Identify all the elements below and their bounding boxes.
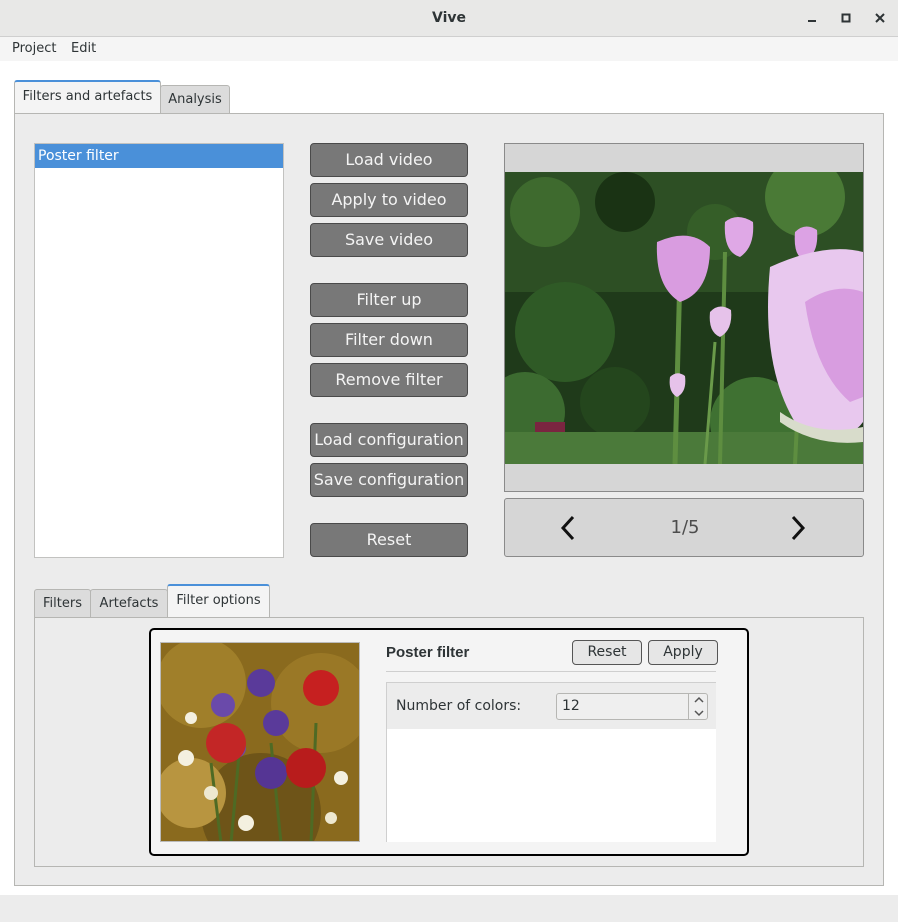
spinbox-arrows[interactable] [688, 693, 708, 720]
status-bar [0, 895, 898, 922]
chevron-down-icon[interactable] [693, 710, 704, 717]
video-frame-image [505, 172, 863, 464]
chevron-right-icon [791, 515, 806, 541]
load-configuration-button[interactable]: Load configuration [310, 423, 468, 457]
filter-up-button[interactable]: Filter up [310, 283, 468, 317]
list-item-poster-filter[interactable]: Poster filter [35, 144, 283, 168]
chevron-up-icon[interactable] [693, 696, 704, 703]
options-reset-button[interactable]: Reset [572, 640, 642, 665]
tab-filter-options[interactable]: Filter options [167, 584, 270, 617]
filter-options-title: Poster filter [386, 644, 470, 661]
frame-counter: 1/5 [670, 517, 700, 538]
filter-down-button[interactable]: Filter down [310, 323, 468, 357]
save-configuration-button[interactable]: Save configuration [310, 463, 468, 497]
save-video-button[interactable]: Save video [310, 223, 468, 257]
filter-list[interactable] [34, 143, 284, 558]
reset-button[interactable]: Reset [310, 523, 468, 557]
tab-filters[interactable]: Filters [34, 589, 91, 617]
remove-filter-button[interactable]: Remove filter [310, 363, 468, 397]
filter-thumbnail [160, 642, 360, 842]
previous-frame-button[interactable] [556, 512, 580, 544]
minimize-icon [808, 20, 816, 22]
menu-edit[interactable]: Edit [71, 37, 96, 61]
minimize-button[interactable] [802, 8, 822, 28]
next-frame-button[interactable] [786, 512, 810, 544]
number-of-colors-label: Number of colors: [396, 698, 522, 714]
close-icon [875, 13, 885, 23]
menu-bar [0, 37, 898, 61]
menu-project[interactable]: Project [12, 37, 56, 61]
tab-filters-and-artefacts[interactable]: Filters and artefacts [14, 80, 161, 113]
tab-artefacts[interactable]: Artefacts [90, 589, 168, 617]
tab-analysis[interactable]: Analysis [160, 85, 230, 113]
maximize-button[interactable] [836, 8, 856, 28]
options-apply-button[interactable]: Apply [648, 640, 718, 665]
number-of-colors-value[interactable]: 12 [562, 693, 672, 720]
apply-to-video-button[interactable]: Apply to video [310, 183, 468, 217]
window-title: Vive [431, 10, 466, 26]
chevron-left-icon [560, 515, 575, 541]
maximize-icon [841, 13, 851, 23]
load-video-button[interactable]: Load video [310, 143, 468, 177]
close-button[interactable] [870, 8, 890, 28]
options-separator [386, 671, 716, 672]
